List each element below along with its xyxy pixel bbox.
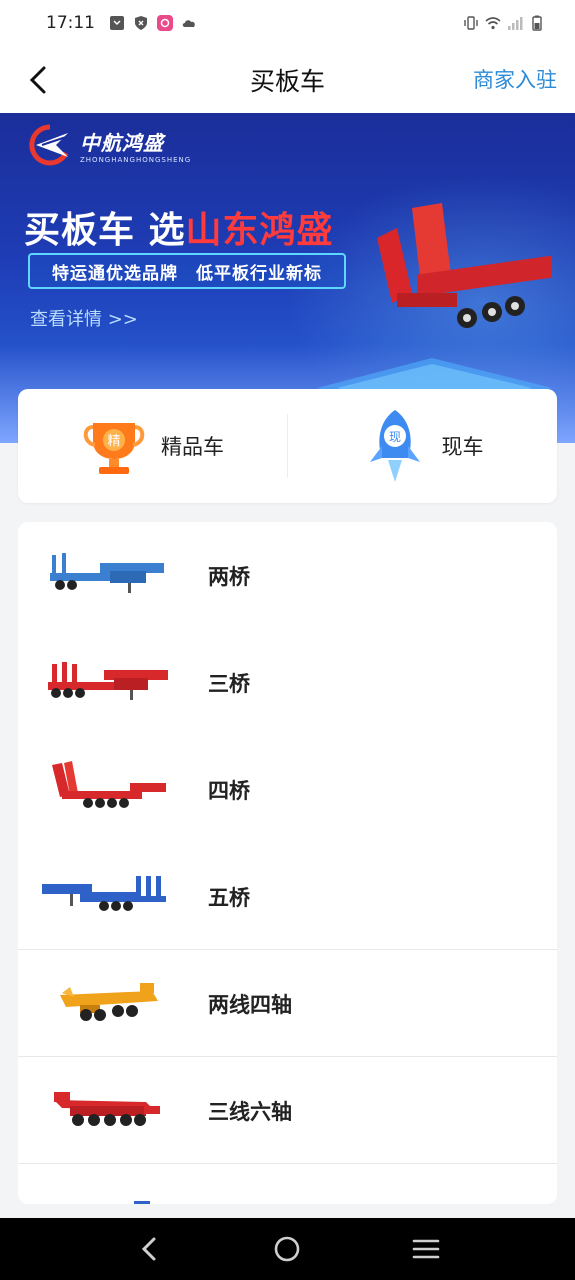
list-item-label: 四桥 xyxy=(208,778,250,803)
truck-type-list: 两桥 三桥 四桥 五桥 两线四轴 三线六轴 xyxy=(18,522,557,1204)
brand-logo-icon xyxy=(29,124,69,166)
three-line-six-axle-trailer-image xyxy=(54,1091,160,1126)
list-item-label: 两线四轴 xyxy=(208,992,292,1017)
headline-prefix: 买板车 选 xyxy=(24,210,186,251)
trailer-image-partial xyxy=(134,1200,150,1204)
signal-icon xyxy=(508,17,523,30)
three-axle-trailer-image xyxy=(48,661,168,700)
trophy-icon: 精 xyxy=(83,423,145,474)
rocket-badge-text: 现 xyxy=(388,430,400,444)
brand-name-cn: 中航鸿盛 xyxy=(80,130,164,155)
nav-back-icon xyxy=(142,1237,156,1261)
list-item[interactable]: 五桥 xyxy=(18,843,557,950)
trophy-badge-text: 精 xyxy=(107,434,120,449)
app-notification-icon xyxy=(157,15,173,31)
quick-item-premium[interactable]: 精 精品车 xyxy=(18,389,287,503)
rocket-icon: 现 xyxy=(369,410,420,482)
nav-back-button[interactable] xyxy=(129,1229,169,1269)
banner-slogan: 特运通优选品牌 低平板行业新标 xyxy=(28,253,346,289)
list-item[interactable]: 三线六轴 xyxy=(18,1057,557,1164)
brand-name-en: ZHONGHANGHONGSHENG xyxy=(80,155,192,164)
banner-headline: 买板车 选山东鸿盛 xyxy=(24,201,334,253)
nav-menu-icon xyxy=(412,1239,440,1259)
quick-category-card: 精 精品车 现 现车 xyxy=(18,389,557,503)
nav-home-button[interactable] xyxy=(267,1229,307,1269)
quick-label-in-stock: 现车 xyxy=(441,435,484,459)
nav-home-icon xyxy=(275,1236,300,1262)
merchant-join-link[interactable]: 商家入驻 xyxy=(473,64,557,94)
chevron-left-icon xyxy=(29,66,46,94)
brand-logo: 中航鸿盛 ZHONGHANGHONGSHENG xyxy=(26,123,191,167)
vibrate-icon xyxy=(464,16,478,30)
list-item-label: 两桥 xyxy=(208,564,250,589)
list-item[interactable]: 四桥 xyxy=(18,736,557,843)
two-axle-trailer-image xyxy=(50,552,164,593)
four-axle-trailer-image xyxy=(52,760,166,808)
battery-icon xyxy=(532,15,542,31)
system-nav-bar xyxy=(0,1218,575,1280)
view-details-link[interactable]: 查看详情 >> xyxy=(30,305,138,331)
lowbed-trailer-image xyxy=(377,203,552,328)
list-item-label: 三线六轴 xyxy=(208,1099,292,1124)
headline-accent: 山东鸿盛 xyxy=(185,210,334,251)
app-header: 买板车 商家入驻 xyxy=(0,46,575,113)
shield-icon xyxy=(135,16,147,30)
quick-item-in-stock[interactable]: 现 现车 xyxy=(288,389,557,503)
quick-label-premium: 精品车 xyxy=(161,435,224,459)
list-item-label: 三桥 xyxy=(208,671,250,696)
status-time: 17:11 xyxy=(46,13,95,33)
cloud-icon xyxy=(182,20,195,27)
five-axle-trailer-image xyxy=(42,875,166,911)
wifi-icon xyxy=(485,17,501,30)
list-item[interactable]: 两桥 xyxy=(18,522,557,629)
list-item[interactable] xyxy=(18,1164,557,1204)
nav-recents-button[interactable] xyxy=(406,1229,446,1269)
list-item-label: 五桥 xyxy=(208,885,250,910)
two-line-four-axle-trailer-image xyxy=(60,982,158,1021)
list-item[interactable]: 三桥 xyxy=(18,629,557,736)
clipboard-icon xyxy=(110,16,124,30)
status-bar: 17:11 xyxy=(0,0,575,46)
list-item[interactable]: 两线四轴 xyxy=(18,950,557,1057)
page-title: 买板车 xyxy=(249,66,325,96)
back-button[interactable] xyxy=(20,62,56,98)
